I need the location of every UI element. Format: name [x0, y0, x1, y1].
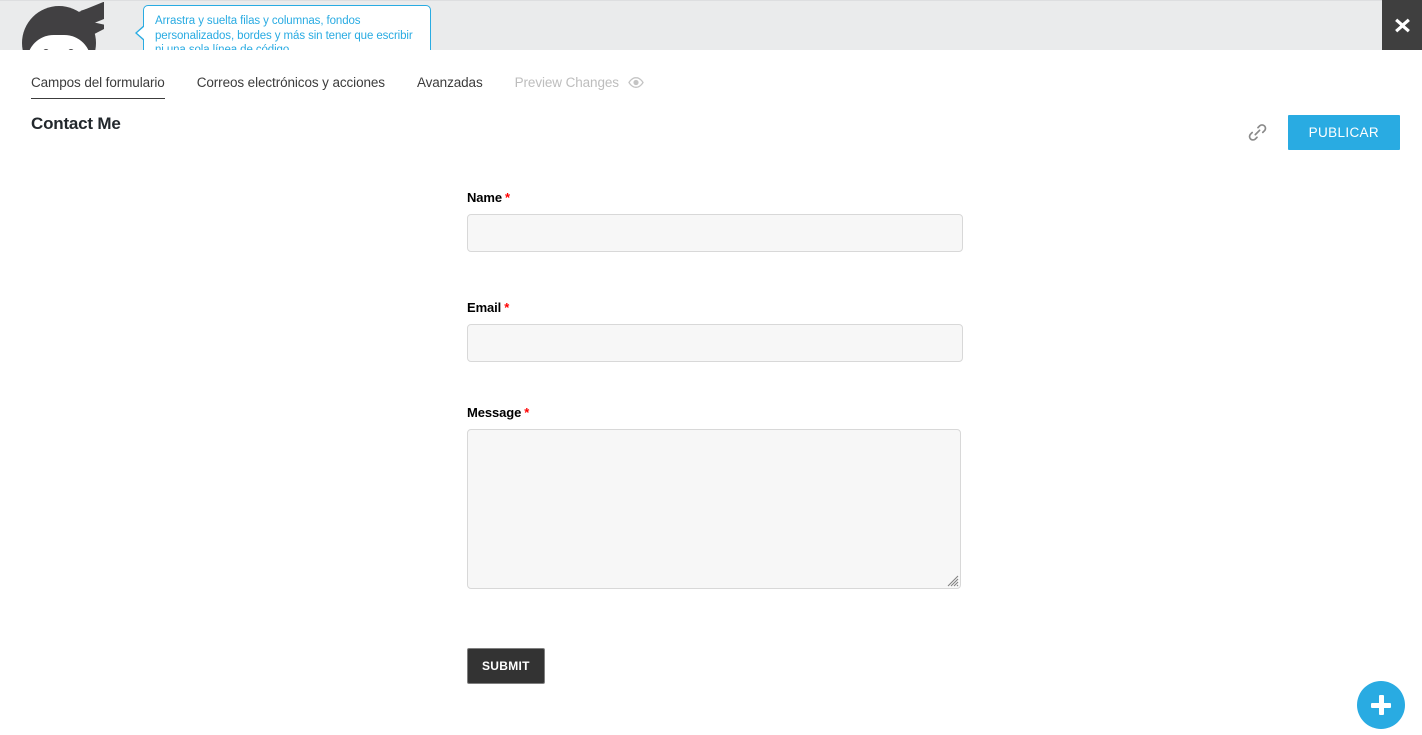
field-label-name-text: Name [467, 190, 503, 205]
field-label-email-text: Email [467, 300, 502, 315]
top-bar-divider [0, 0, 1422, 1]
tooltip-arrow-fill [137, 26, 145, 40]
tab-emails-and-actions[interactable]: Correos electrónicos y acciones [197, 75, 385, 98]
tab-advanced[interactable]: Avanzadas [417, 75, 483, 98]
copy-link-button[interactable] [1237, 116, 1279, 150]
page-title: Contact Me [31, 114, 121, 133]
tab-bar-actions: PUBLICAR [1237, 115, 1400, 150]
top-bar: Arrastra y suelta filas y columnas, fond… [0, 0, 1422, 85]
message-textarea[interactable] [467, 429, 961, 589]
plus-icon-vertical [1378, 695, 1384, 715]
tab-bar: Campos del formulario Correos electrónic… [0, 50, 1422, 150]
tab-preview-changes[interactable]: Preview Changes [515, 75, 644, 98]
message-textarea-wrapper [467, 429, 961, 589]
submit-button[interactable]: SUBMIT [467, 648, 545, 684]
publish-button[interactable]: PUBLICAR [1287, 115, 1400, 150]
close-button[interactable] [1382, 0, 1422, 50]
tab-list: Campos del formulario Correos electrónic… [31, 75, 676, 99]
form-canvas[interactable]: Name * Email * Message * SUBMIT [0, 150, 1422, 735]
form-field-message[interactable]: Message * [467, 405, 961, 589]
required-marker: * [505, 190, 510, 205]
ninja-headband-tail-upper [80, 2, 104, 28]
ninja-headband-tail [79, 16, 104, 42]
eye-icon [628, 77, 644, 88]
link-icon [1248, 124, 1267, 141]
ninja-headband [68, 2, 104, 31]
required-marker: * [524, 405, 530, 420]
add-field-fab[interactable] [1357, 681, 1405, 729]
form-field-name[interactable]: Name * [467, 190, 963, 252]
field-label-email: Email * [467, 300, 963, 315]
form-field-email[interactable]: Email * [467, 300, 963, 362]
field-label-message: Message * [467, 405, 961, 420]
name-input[interactable] [467, 214, 963, 252]
tab-preview-changes-label: Preview Changes [514, 75, 619, 90]
required-marker: * [504, 300, 510, 315]
field-label-message-text: Message [467, 405, 522, 420]
email-input[interactable] [467, 324, 963, 362]
tab-form-fields[interactable]: Campos del formulario [31, 75, 165, 99]
close-icon [1394, 18, 1410, 32]
field-label-name: Name * [467, 190, 963, 205]
